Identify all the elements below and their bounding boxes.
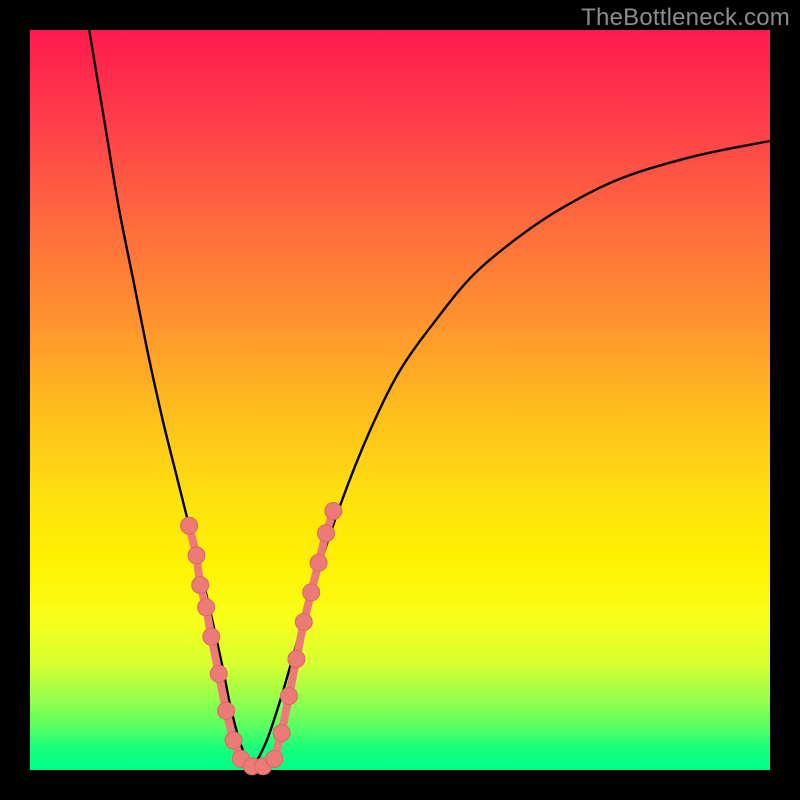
bottleneck-curve-right [252,141,770,770]
sample-dot [181,517,198,534]
sample-dot [295,614,312,631]
watermark-text: TheBottleneck.com [581,4,790,32]
sample-dot [188,547,205,564]
sample-dot [318,525,335,542]
sample-dot [266,750,283,767]
sample-dot [210,665,227,682]
sample-dot [303,584,320,601]
sample-dot [203,628,220,645]
highlighted-samples-group [181,503,342,775]
sample-dot [192,577,209,594]
sample-dot [310,554,327,571]
chart-svg [30,30,770,770]
bottleneck-curve-left [89,30,252,770]
sample-dot [218,702,235,719]
sample-dot [325,503,342,520]
sample-dot [288,651,305,668]
sample-dot [281,688,298,705]
sample-dot [273,725,290,742]
sample-dot [225,732,242,749]
chart-frame: TheBottleneck.com [0,0,800,800]
sample-dot [198,599,215,616]
